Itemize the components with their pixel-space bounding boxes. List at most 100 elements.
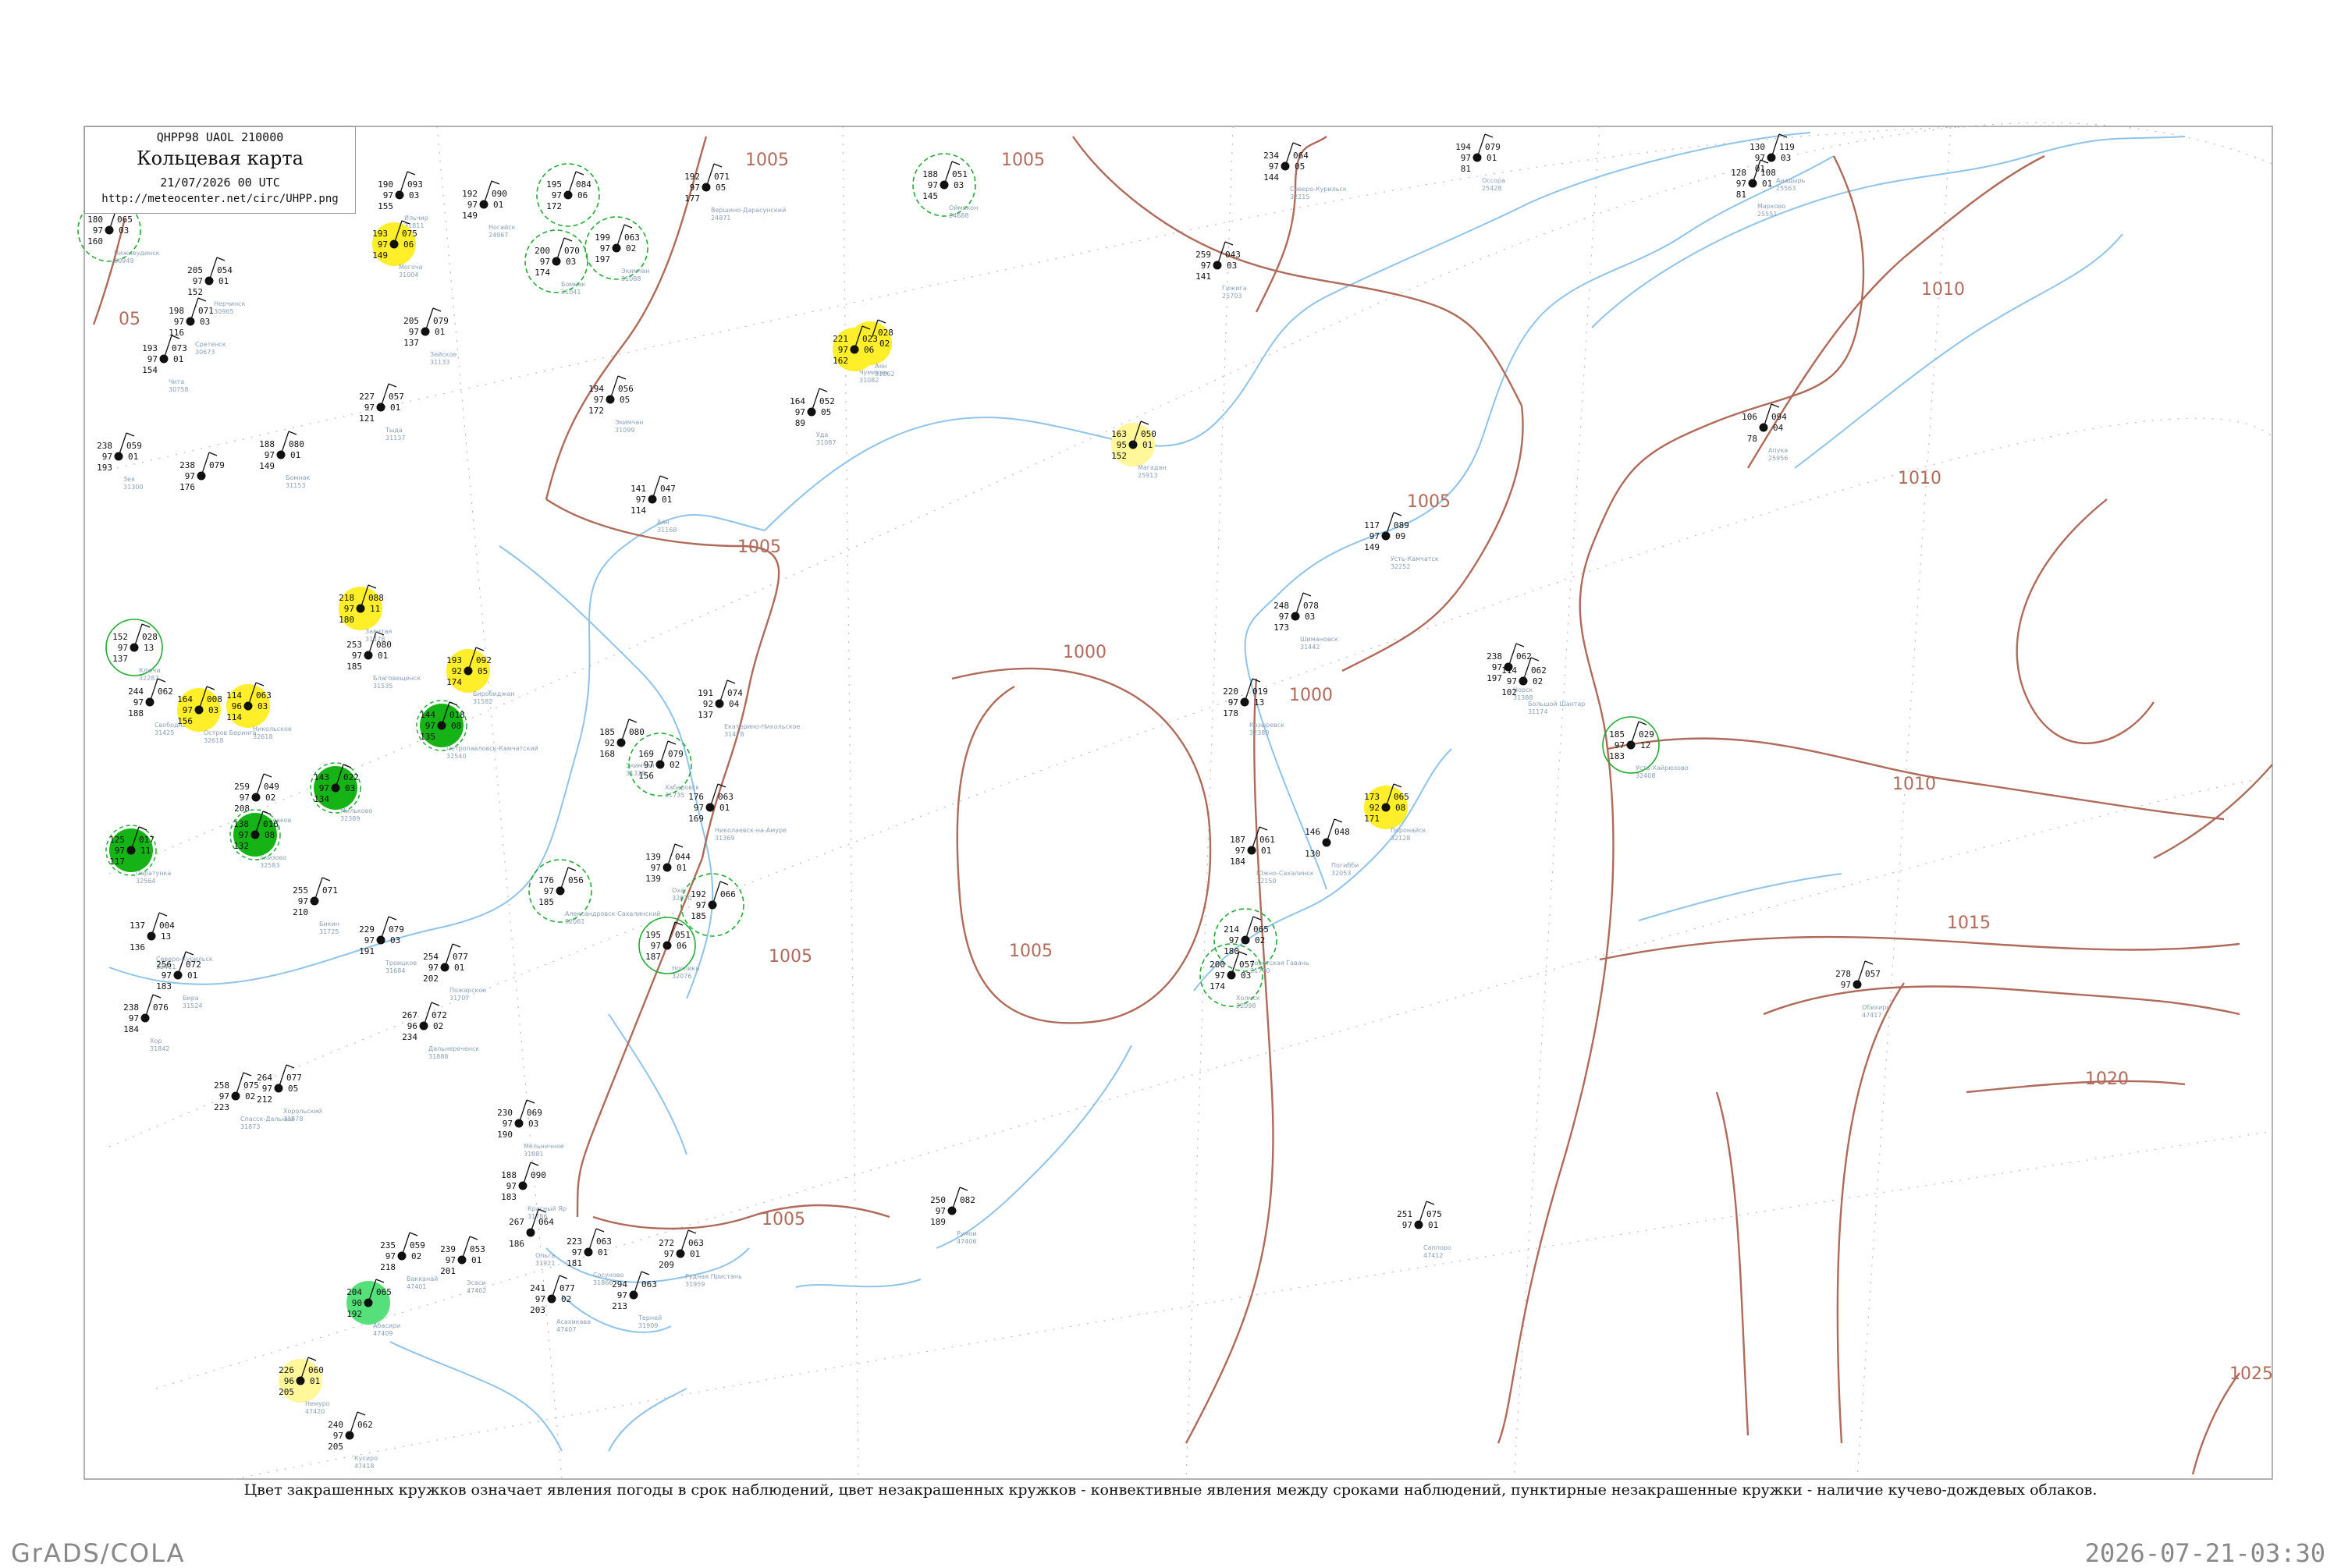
station-id: 31082 — [859, 377, 879, 384]
station-tendency: 04 — [1773, 423, 1784, 433]
station-temperature: 226 — [279, 1365, 294, 1375]
station-tendency: 09 — [1395, 531, 1405, 541]
station-visibility: 97 — [506, 1181, 517, 1191]
station-name: Погибби — [1331, 862, 1359, 869]
station-temperature: 238 — [123, 1002, 139, 1013]
station-tendency: 03 — [1305, 612, 1315, 622]
isobar-label: 1005 — [769, 947, 812, 967]
station-pressure: 062 — [158, 686, 173, 697]
station-temperature: 193 — [372, 229, 388, 239]
station-pressure: 080 — [289, 439, 304, 449]
station-tendency: 13 — [1254, 697, 1264, 708]
station-pressure: 049 — [264, 782, 279, 792]
station-pressure: 077 — [286, 1073, 302, 1083]
station-pressure: 023 — [862, 334, 878, 344]
station-temperature: 221 — [833, 334, 848, 344]
station-temperature: 254 — [423, 952, 439, 962]
station-visibility: 97 — [240, 793, 250, 803]
station-name: Анадырь — [1776, 177, 1806, 184]
station-pressure: 063 — [256, 690, 272, 701]
station-visibility: 97 — [651, 863, 661, 873]
station-temperature: 227 — [359, 392, 375, 402]
station-name: Оха — [672, 887, 684, 894]
station-dewpoint: 144 — [1263, 172, 1279, 183]
station-temperature: 141 — [631, 484, 646, 494]
station-name: Хорольский — [283, 1108, 322, 1115]
station-dewpoint: 189 — [930, 1217, 946, 1227]
station-tendency: 03 — [1227, 261, 1237, 271]
station-dewpoint: 192 — [346, 1309, 362, 1319]
station-pressure: 071 — [322, 885, 338, 896]
station-tendency: 01 — [690, 1249, 700, 1259]
station-dewpoint: 01 — [1755, 164, 1765, 174]
station-id: 32408 — [1636, 772, 1655, 779]
station-visibility: 97 — [344, 604, 354, 614]
station-name: Николаевск-на-Амуре — [715, 827, 787, 834]
station-temperature: 185 — [599, 727, 615, 737]
station-name: Экимчан — [615, 419, 644, 426]
station-pressure: 075 — [402, 229, 417, 239]
station-pressure: 061 — [1259, 835, 1275, 845]
station-dewpoint: 174 — [446, 677, 462, 687]
station-id: 32618 — [253, 733, 272, 740]
station-dewpoint: 152 — [1111, 451, 1127, 461]
station-pressure: 065 — [117, 215, 133, 225]
station-pressure: 092 — [476, 655, 492, 665]
station-pressure: 090 — [492, 189, 507, 199]
station-tendency: 06 — [403, 239, 414, 250]
station-pressure: 028 — [878, 328, 893, 338]
station-temperature: 114 — [226, 690, 242, 701]
station-temperature: 176 — [538, 875, 554, 885]
station-tendency: 01 — [677, 863, 687, 873]
station-name: Троицкое — [385, 960, 417, 967]
station-visibility: 97 — [383, 190, 393, 200]
station-dewpoint: 202 — [423, 974, 439, 984]
station-id: 47412 — [1423, 1252, 1443, 1259]
station-id: 31535 — [373, 683, 393, 690]
station-temperature: 205 — [187, 265, 203, 275]
station-visibility: 96 — [407, 1021, 417, 1031]
station-dewpoint: 149 — [1364, 542, 1380, 552]
station-name: Рудная Пристань — [685, 1273, 742, 1280]
station-temperature: 192 — [691, 889, 706, 899]
station-tendency: 12 — [1640, 740, 1650, 750]
station-name: Никольское — [253, 725, 292, 733]
source-url[interactable]: http://meteocenter.net/circ/UHPP.png — [85, 193, 355, 205]
station-name: Паратунка — [136, 870, 171, 877]
station-id: 31735 — [665, 792, 684, 799]
station-pressure: 077 — [559, 1283, 575, 1293]
station-id: 47418 — [354, 1463, 374, 1470]
station-name: Оссора — [1482, 177, 1505, 184]
station-dewpoint: 172 — [588, 406, 604, 416]
station-temperature: 180 — [87, 215, 103, 225]
station-visibility: 97 — [594, 395, 604, 405]
station-temperature: 267 — [402, 1010, 417, 1020]
station-dewpoint: 141 — [1195, 271, 1211, 282]
station-pressure: 079 — [1485, 142, 1501, 152]
station-dewpoint: 145 — [922, 191, 938, 201]
station-dewpoint: 181 — [567, 1258, 582, 1268]
station-dewpoint: 190 — [497, 1130, 513, 1140]
station-tendency: 03 — [1241, 970, 1251, 981]
station-name: Чита — [169, 378, 184, 385]
station-tendency: 05 — [1295, 161, 1305, 172]
station-pressure: 071 — [198, 306, 214, 316]
station-tendency: 01 — [471, 1255, 481, 1265]
station-pressure: 063 — [624, 232, 640, 243]
station-pressure: 056 — [618, 384, 634, 394]
station-name: Завитая — [365, 628, 393, 635]
station-tendency: 02 — [626, 243, 636, 254]
station-dewpoint: 177 — [684, 193, 700, 204]
station-pressure: 079 — [433, 316, 449, 326]
station-id: 47401 — [407, 1283, 426, 1290]
station-dewpoint: 184 — [123, 1024, 139, 1034]
bulletin-code: QHPP98 UAOL 210000 — [156, 130, 284, 144]
station-name: Вакканай — [407, 1275, 438, 1282]
station-temperature: 267 — [509, 1217, 524, 1227]
station-id: 25913 — [1138, 472, 1157, 479]
station-tendency: 02 — [433, 1021, 443, 1031]
station-name: Шимановск — [1300, 636, 1338, 643]
station-visibility: 97 — [352, 651, 362, 661]
station-name: Терней — [638, 1314, 662, 1321]
station-temperature: 139 — [645, 852, 661, 862]
